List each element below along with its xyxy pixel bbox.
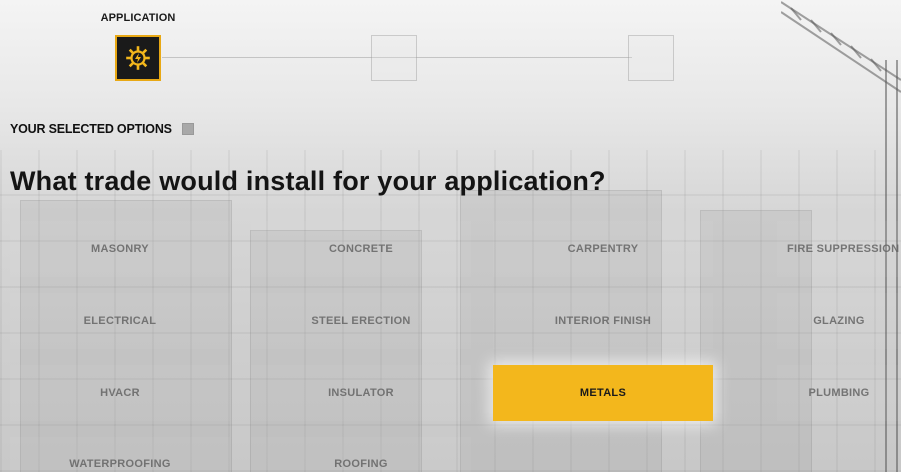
expand-toggle-icon[interactable]: [181, 123, 194, 135]
trade-option-insulator[interactable]: INSULATOR: [251, 365, 471, 421]
step-application[interactable]: [115, 35, 161, 81]
trade-option-fire-suppression[interactable]: FIRE SUPPRESSION: [777, 221, 901, 277]
trade-option-glazing[interactable]: GLAZING: [777, 293, 901, 349]
trade-option-waterproofing[interactable]: WATERPROOFING: [10, 437, 230, 472]
trade-option-hvacr[interactable]: HVACR: [10, 365, 230, 421]
progress-stepper: APPLICATION: [0, 0, 901, 90]
trade-option-carpentry[interactable]: CARPENTRY: [493, 221, 713, 277]
trade-option-plumbing[interactable]: PLUMBING: [777, 365, 901, 421]
page-question: What trade would install for your applic…: [10, 166, 606, 196]
selected-options-header[interactable]: YOUR SELECTED OPTIONS: [10, 122, 194, 136]
trade-option-concrete[interactable]: CONCRETE: [251, 221, 471, 277]
trade-option-steel-erection[interactable]: STEEL ERECTION: [251, 293, 471, 349]
step-label-application: APPLICATION: [100, 12, 176, 24]
trade-option-interior-finish[interactable]: INTERIOR FINISH: [493, 293, 713, 349]
step-2[interactable]: [371, 35, 417, 81]
step-3[interactable]: [628, 35, 674, 81]
trade-option-masonry[interactable]: MASONRY: [10, 221, 230, 277]
trade-option-electrical[interactable]: ELECTRICAL: [10, 293, 230, 349]
gear-lightning-icon: [126, 46, 150, 70]
selected-options-label: YOUR SELECTED OPTIONS: [10, 122, 172, 136]
trade-option-metals[interactable]: METALS: [493, 365, 713, 421]
trade-option-roofing[interactable]: ROOFING: [251, 437, 471, 472]
